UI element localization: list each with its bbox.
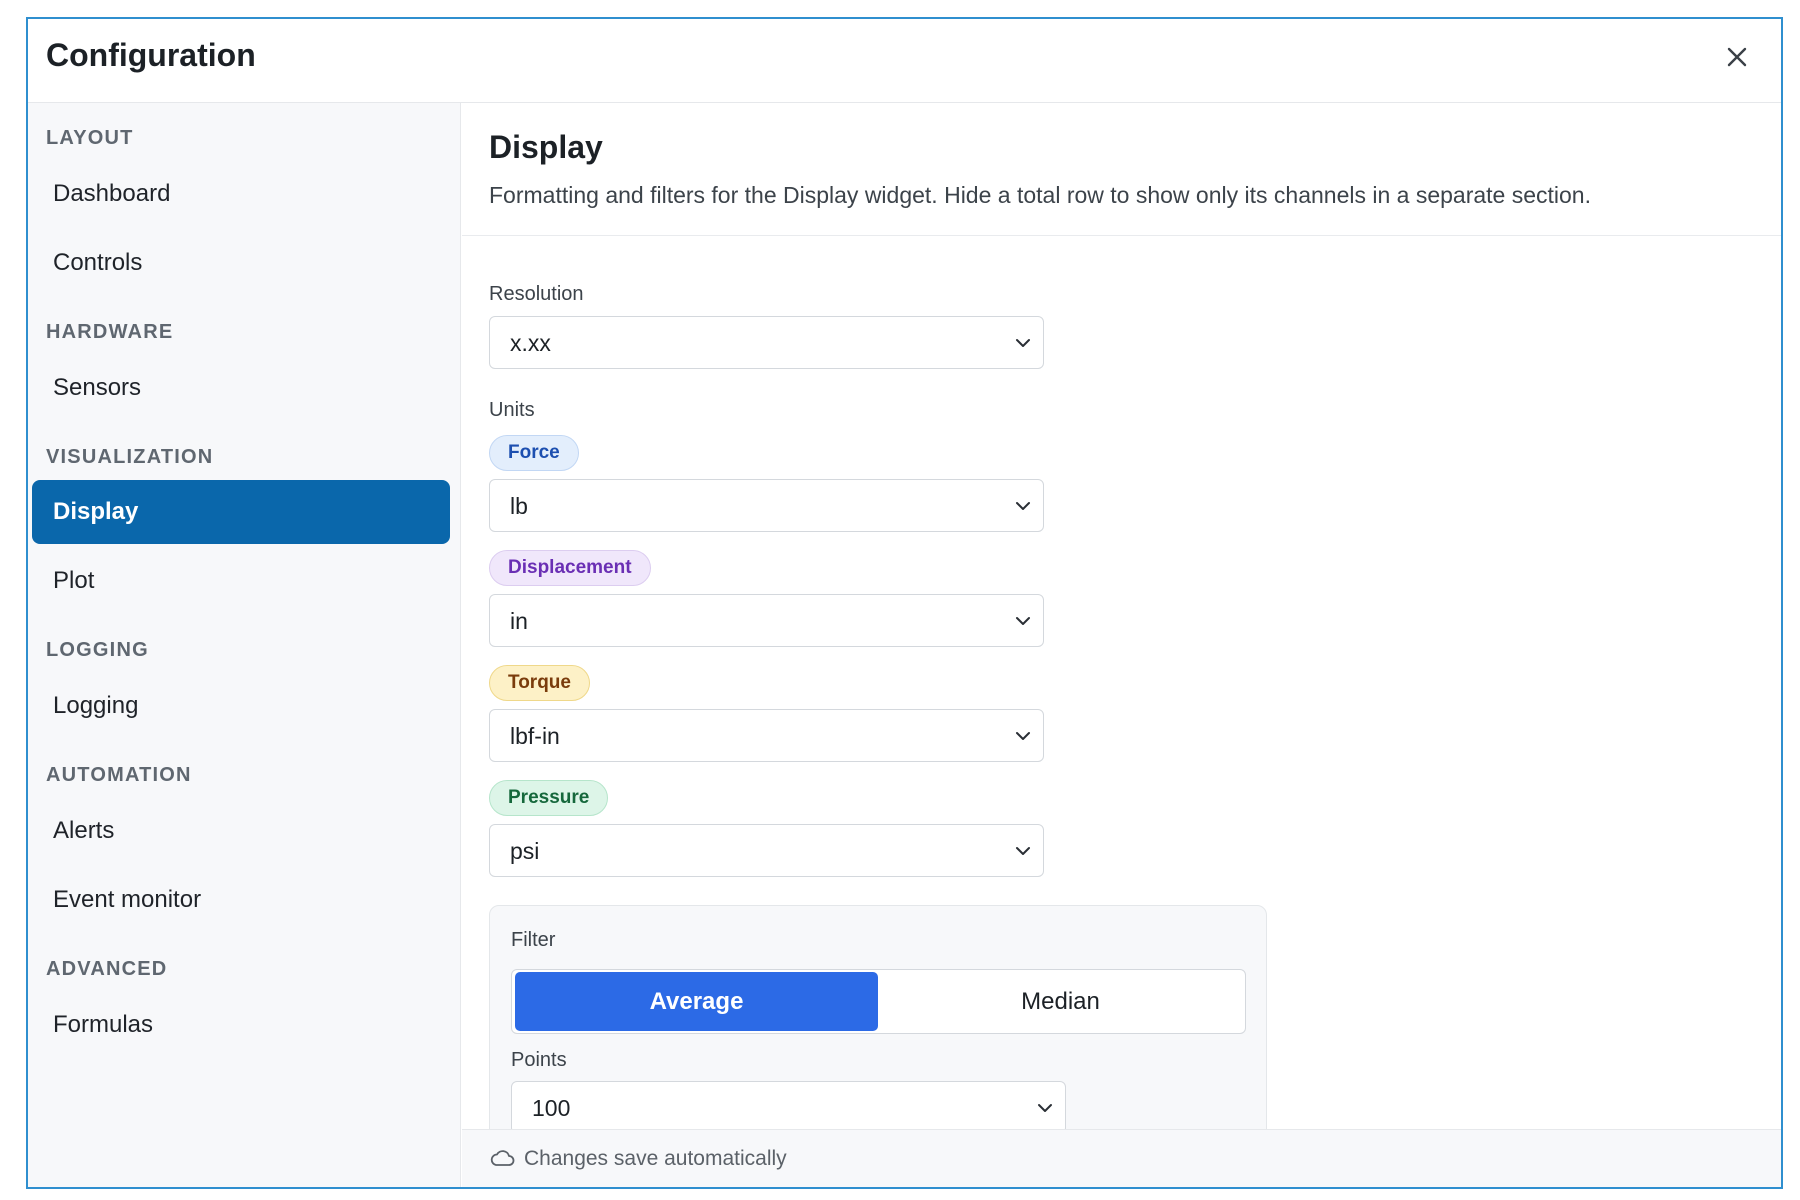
dialog-header: Configuration xyxy=(28,19,1781,103)
sidebar-item-formulas[interactable]: Formulas xyxy=(32,993,450,1057)
units-label: Units xyxy=(489,399,535,421)
section-label-layout: LAYOUT xyxy=(46,127,134,149)
sidebar-item-controls[interactable]: Controls xyxy=(32,231,450,295)
page-description: Formatting and filters for the Display w… xyxy=(489,182,1591,208)
sidebar: LAYOUT Dashboard Controls HARDWARE Senso… xyxy=(28,103,461,1187)
filter-label: Filter xyxy=(511,929,556,951)
chevron-down-icon xyxy=(1016,732,1030,740)
close-button[interactable] xyxy=(1717,37,1757,77)
cloud-icon xyxy=(490,1150,515,1166)
torque-unit-select[interactable]: lbf-in xyxy=(489,709,1044,762)
filter-option-average[interactable]: Average xyxy=(515,972,878,1031)
chevron-down-icon xyxy=(1016,502,1030,510)
configuration-dialog: Configuration LAYOUT Dashboard Controls … xyxy=(26,17,1783,1189)
sidebar-item-dashboard[interactable]: Dashboard xyxy=(32,162,450,226)
sidebar-item-display[interactable]: Display xyxy=(32,480,450,544)
filter-toggle: Average Median xyxy=(511,969,1246,1034)
section-label-automation: AUTOMATION xyxy=(46,764,192,786)
pressure-unit-value: psi xyxy=(510,838,540,864)
displacement-chip: Displacement xyxy=(489,550,651,586)
main-content: Display Formatting and filters for the D… xyxy=(462,103,1781,1187)
resolution-select[interactable]: x.xx xyxy=(489,316,1044,369)
torque-unit-value: lbf-in xyxy=(510,723,560,749)
page-title: Display xyxy=(489,129,603,165)
sidebar-item-sensors[interactable]: Sensors xyxy=(32,356,450,420)
pressure-unit-select[interactable]: psi xyxy=(489,824,1044,877)
force-unit-select[interactable]: lb xyxy=(489,479,1044,532)
footer-bar: Changes save automatically xyxy=(462,1129,1781,1187)
filter-option-median[interactable]: Median xyxy=(879,972,1242,1031)
points-select[interactable]: 100 xyxy=(511,1081,1066,1134)
displacement-unit-select[interactable]: in xyxy=(489,594,1044,647)
resolution-value: x.xx xyxy=(510,330,551,356)
sidebar-item-event-monitor[interactable]: Event monitor xyxy=(32,868,450,932)
section-label-visualization: VISUALIZATION xyxy=(46,446,214,468)
chevron-down-icon xyxy=(1016,617,1030,625)
force-unit-value: lb xyxy=(510,493,528,519)
section-label-logging: LOGGING xyxy=(46,639,149,661)
torque-chip: Torque xyxy=(489,665,590,701)
points-value: 100 xyxy=(532,1095,571,1121)
sidebar-item-alerts[interactable]: Alerts xyxy=(32,799,450,863)
chevron-down-icon xyxy=(1016,847,1030,855)
section-label-hardware: HARDWARE xyxy=(46,321,174,343)
content-header: Display Formatting and filters for the D… xyxy=(462,103,1781,236)
autosave-status: Changes save automatically xyxy=(524,1147,787,1170)
pressure-chip: Pressure xyxy=(489,780,609,816)
resolution-label: Resolution xyxy=(489,283,584,305)
chevron-down-icon xyxy=(1016,339,1030,347)
dialog-title: Configuration xyxy=(46,37,256,73)
section-label-advanced: ADVANCED xyxy=(46,958,168,980)
close-icon[interactable] xyxy=(1725,45,1749,69)
sidebar-item-plot[interactable]: Plot xyxy=(32,549,450,613)
chevron-down-icon xyxy=(1038,1104,1052,1112)
displacement-unit-value: in xyxy=(510,608,528,634)
force-chip: Force xyxy=(489,435,579,471)
points-label: Points xyxy=(511,1049,567,1071)
sidebar-item-logging[interactable]: Logging xyxy=(32,674,450,738)
